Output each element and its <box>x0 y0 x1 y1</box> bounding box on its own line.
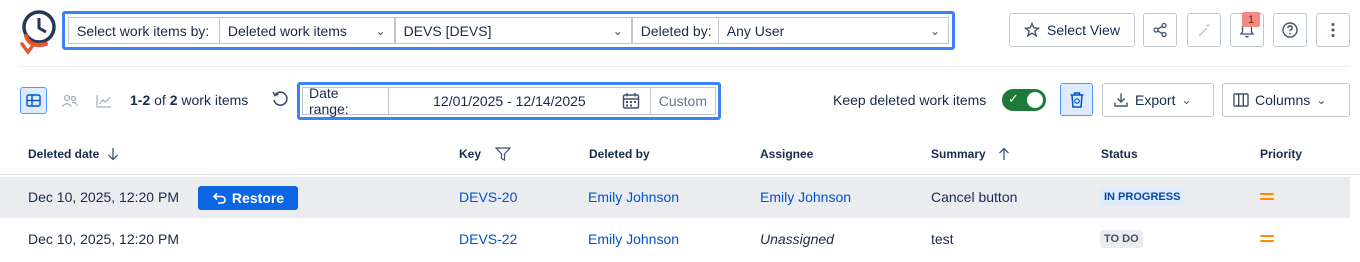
assignee-cell: Unassigned <box>760 231 834 247</box>
table-view-icon <box>26 94 41 107</box>
table-row[interactable]: Dec 10, 2025, 12:20 PM DEVS-22 Emily Joh… <box>0 219 1350 260</box>
deleted-by-dropdown[interactable]: Any User ⌄ <box>717 17 949 44</box>
chevron-down-icon: ⌄ <box>612 23 623 38</box>
download-icon <box>1114 93 1128 107</box>
date-range-value: 12/01/2025 - 12/14/2025 <box>433 93 586 109</box>
toolbar-divider <box>18 66 1350 67</box>
users-icon <box>61 94 78 107</box>
deleted-date-cell: Dec 10, 2025, 12:20 PM <box>28 231 179 247</box>
assignee-link[interactable]: Emily Johnson <box>760 189 851 205</box>
column-header-summary[interactable]: Summary <box>931 147 1010 161</box>
magic-wand-button[interactable] <box>1187 13 1221 47</box>
help-icon <box>1282 22 1298 38</box>
priority-medium-icon <box>1260 190 1274 202</box>
deleted-date-cell: Dec 10, 2025, 12:20 PM <box>28 189 179 205</box>
summary-cell: Cancel button <box>931 189 1018 205</box>
chart-icon <box>95 94 111 108</box>
project-value: DEVS [DEVS] <box>403 22 492 39</box>
status-badge: TO DO <box>1100 230 1143 248</box>
app-logo-icon <box>20 10 56 55</box>
columns-button[interactable]: Columns ⌄ <box>1222 83 1350 117</box>
undo-icon <box>212 192 226 204</box>
user-view-button[interactable] <box>56 87 83 114</box>
select-view-label: Select View <box>1047 22 1120 38</box>
column-header-deleted-by[interactable]: Deleted by <box>589 147 650 161</box>
deleted-by-label: Deleted by: <box>631 17 718 44</box>
chevron-down-icon: ⌄ <box>375 23 386 38</box>
chevron-down-icon: ⌄ <box>929 23 940 38</box>
toggle-knob <box>1027 92 1043 108</box>
deleted-items-button[interactable] <box>1060 83 1093 116</box>
chart-view-button[interactable] <box>90 87 117 114</box>
select-view-button[interactable]: Select View <box>1009 13 1135 47</box>
table-view-button[interactable] <box>20 87 47 114</box>
key-link[interactable]: DEVS-22 <box>459 231 517 247</box>
count-suffix: work items <box>181 92 249 108</box>
column-header-assignee[interactable]: Assignee <box>760 147 813 161</box>
sort-descending-icon[interactable] <box>107 147 119 161</box>
columns-icon <box>1233 93 1249 107</box>
notification-badge: 1 <box>1242 12 1260 27</box>
table-row[interactable]: Dec 10, 2025, 12:20 PM Restore DEVS-20 E… <box>0 177 1350 218</box>
star-icon <box>1024 22 1041 38</box>
top-toolbar: Select work items by: Deleted work items… <box>0 0 1360 64</box>
sort-ascending-icon[interactable] <box>998 147 1010 161</box>
column-header-deleted-date[interactable]: Deleted date <box>28 147 119 161</box>
column-header-status[interactable]: Status <box>1101 147 1138 161</box>
column-header-priority[interactable]: Priority <box>1260 147 1302 161</box>
chevron-down-icon: ⌄ <box>1316 93 1327 107</box>
select-by-dropdown[interactable]: Deleted work items ⌄ <box>218 17 395 44</box>
check-icon: ✓ <box>1008 91 1019 106</box>
chevron-down-icon: ⌄ <box>1181 93 1192 107</box>
count-of: of <box>154 92 166 108</box>
table-header: Deleted date Key Deleted by Assignee Sum… <box>0 133 1360 175</box>
date-range-label: Date range: <box>302 85 389 117</box>
summary-cell: test <box>931 231 954 247</box>
date-range-input[interactable]: 12/01/2025 - 12/14/2025 <box>388 87 651 115</box>
select-by-value: Deleted work items <box>227 22 347 39</box>
more-options-button[interactable] <box>1316 13 1350 47</box>
share-icon <box>1153 22 1167 38</box>
keep-deleted-toggle[interactable]: ✓ <box>1002 89 1046 111</box>
priority-medium-icon <box>1260 232 1274 244</box>
trash-icon <box>1070 91 1083 108</box>
work-item-filter-bar: Select work items by: Deleted work items… <box>62 11 955 50</box>
project-dropdown[interactable]: DEVS [DEVS] ⌄ <box>394 17 632 44</box>
restore-button[interactable]: Restore <box>198 186 298 210</box>
date-range-filter: Date range: 12/01/2025 - 12/14/2025 Cust… <box>297 82 721 120</box>
restore-label: Restore <box>231 190 285 206</box>
refresh-icon[interactable] <box>270 89 290 109</box>
deleted-by-value: Any User <box>726 22 785 39</box>
magic-wand-icon <box>1198 23 1211 37</box>
more-icon <box>1331 23 1335 37</box>
count-total: 2 <box>169 92 178 108</box>
deleted-by-link[interactable]: Emily Johnson <box>588 231 679 247</box>
date-range-mode[interactable]: Custom <box>650 87 716 115</box>
select-by-label: Select work items by: <box>68 17 219 44</box>
columns-label: Columns <box>1255 92 1311 108</box>
count-range: 1-2 <box>130 92 151 108</box>
calendar-icon[interactable] <box>622 92 640 110</box>
column-header-key[interactable]: Key <box>459 147 512 161</box>
export-label: Export <box>1135 92 1176 108</box>
keep-deleted-label: Keep deleted work items <box>833 92 987 108</box>
status-badge: IN PROGRESS <box>1100 188 1185 206</box>
help-button[interactable] <box>1273 13 1307 47</box>
deleted-by-link[interactable]: Emily Johnson <box>588 189 679 205</box>
results-toolbar: 1-2 of 2 work items Date range: 12/01/20… <box>0 80 1360 122</box>
export-button[interactable]: Export ⌄ <box>1102 83 1214 117</box>
filter-icon[interactable] <box>495 147 512 161</box>
share-button[interactable] <box>1143 13 1177 47</box>
key-link[interactable]: DEVS-20 <box>459 189 517 205</box>
results-count: 1-2 of 2 work items <box>130 92 248 108</box>
